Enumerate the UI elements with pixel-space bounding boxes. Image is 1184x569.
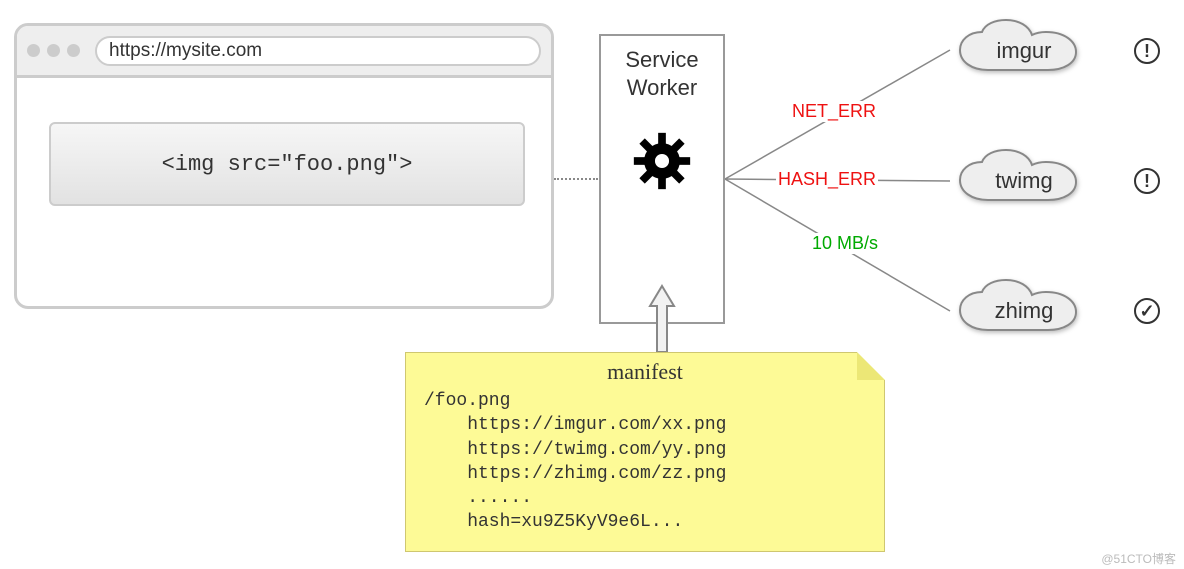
watermark: @51CTO博客: [1101, 553, 1176, 565]
service-worker-title: Service Worker: [625, 46, 698, 101]
note-fold: [857, 352, 885, 380]
manifest-line: /foo.png: [424, 389, 866, 413]
window-dot: [47, 44, 60, 57]
sw-line1: Service: [625, 46, 698, 74]
cloud-label: twimg: [995, 168, 1052, 194]
sw-line2: Worker: [625, 74, 698, 102]
edge-label-bw: 10 MB/s: [810, 233, 880, 254]
status-error-icon: !: [1134, 168, 1160, 194]
window-dot: [67, 44, 80, 57]
manifest-title: manifest: [424, 359, 866, 385]
img-tag-text: <img src="foo.png">: [162, 152, 413, 177]
url-text: https://mysite.com: [109, 40, 262, 62]
manifest-line: hash=xu9Z5KyV9e6L...: [424, 510, 866, 534]
status-error-icon: !: [1134, 38, 1160, 64]
manifest-line: https://zhimg.com/zz.png: [424, 462, 866, 486]
cloud-twimg: twimg: [950, 148, 1098, 214]
up-arrow-icon: [648, 284, 676, 354]
service-worker-box: Service Worker: [599, 34, 725, 324]
browser-window: https://mysite.com <img src="foo.png">: [14, 23, 554, 309]
manifest-note: manifest /foo.png https://imgur.com/xx.p…: [405, 352, 885, 552]
manifest-line: https://imgur.com/xx.png: [424, 413, 866, 437]
browser-titlebar: https://mysite.com: [17, 26, 551, 78]
gear-icon: [630, 129, 694, 193]
address-bar: https://mysite.com: [95, 36, 541, 66]
manifest-line: https://twimg.com/yy.png: [424, 438, 866, 462]
cloud-label: zhimg: [995, 298, 1054, 324]
cloud-imgur: imgur: [950, 18, 1098, 84]
cloud-zhimg: zhimg: [950, 278, 1098, 344]
window-dot: [27, 44, 40, 57]
cloud-label: imgur: [996, 38, 1051, 64]
dotted-connector: [554, 178, 598, 180]
edge-label-net-err: NET_ERR: [790, 101, 878, 122]
status-ok-icon: ✓: [1134, 298, 1160, 324]
img-element-code: <img src="foo.png">: [49, 122, 525, 206]
manifest-line: ......: [424, 486, 866, 510]
edge-label-hash-err: HASH_ERR: [776, 169, 878, 190]
